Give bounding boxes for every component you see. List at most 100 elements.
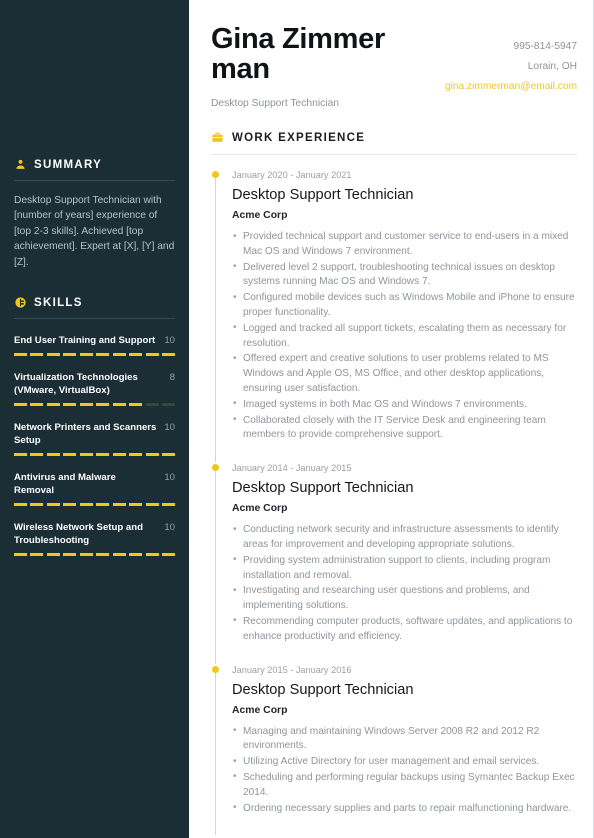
job-bullet: Utilizing Active Directory for user mana… [232, 755, 577, 770]
skill-dash [79, 353, 93, 357]
skill-dash [129, 453, 143, 457]
skill-dash [46, 353, 60, 357]
job-entry: January 2015 - January 2016 Desktop Suppo… [211, 664, 577, 836]
main-content: Gina Zimmerman Desktop Support Technicia… [189, 0, 593, 838]
work-divider [211, 154, 577, 155]
job-bullet: Delivered level 2 support, troubleshooti… [232, 260, 577, 291]
sidebar: SUMMARY Desktop Support Technician with … [0, 0, 189, 838]
skill-dash [96, 503, 110, 507]
skill-dash [129, 503, 143, 507]
skill-dash [96, 403, 110, 407]
skill-dash [96, 553, 110, 557]
work-experience-section: WORK EXPERIENCE January 2020 - January 2… [211, 131, 577, 836]
timeline-dot [212, 464, 219, 472]
skill-score: 10 [164, 522, 175, 534]
skill-badge-icon [14, 296, 27, 309]
job-company: Acme Corp [232, 210, 288, 221]
skill-dash [129, 403, 143, 407]
skill-dash [14, 553, 27, 557]
skills-list: End User Training and Support 10 Virtualiz… [14, 334, 176, 557]
person-icon [14, 158, 27, 171]
skill-rating-bar [14, 403, 176, 407]
skill-name: Network Printers and Scanners Setup [14, 422, 157, 447]
skill-item: Wireless Network Setup and Troubleshooti… [14, 521, 176, 557]
job-entry: January 2020 - January 2021 Desktop Suppo… [211, 169, 577, 463]
job-bullet: Conducting network security and infrastr… [232, 523, 577, 553]
skill-dash [145, 353, 159, 357]
contact-email[interactable]: gina.zimmerman@email.com [445, 77, 577, 97]
skills-section: SKILLS End User Training and Support 10 Vi… [14, 296, 176, 557]
skill-dash [79, 553, 93, 557]
skill-dash [46, 403, 60, 407]
skill-dash [129, 353, 143, 357]
skill-dash [112, 453, 126, 457]
skills-heading-row: SKILLS [14, 296, 175, 309]
skill-dash [162, 553, 176, 557]
skill-dash [112, 553, 126, 557]
skill-dash [63, 403, 77, 407]
skill-dash [96, 453, 110, 457]
contact-phone: 995-814-5947 [513, 41, 577, 52]
skill-dash [63, 453, 77, 457]
skill-dash [145, 503, 159, 507]
skill-score: 10 [164, 472, 175, 484]
summary-divider [14, 180, 175, 181]
job-bullet: Providing system administration support … [232, 553, 577, 584]
skills-divider [14, 318, 175, 320]
timeline-dot [212, 665, 219, 673]
skill-row: Antivirus and Malware Removal 10 [14, 471, 175, 497]
job-bullet: Recommending computer products, software… [232, 614, 577, 645]
skill-rating-bar [14, 353, 176, 357]
skill-item: Network Printers and Scanners Setup 10 [14, 421, 176, 457]
contact-location: Lorain, OH [527, 61, 577, 72]
timeline-line [215, 466, 217, 664]
skills-heading-label: SKILLS [34, 296, 83, 309]
skill-name: Virtualization Technologies (VMware, Vir… [14, 372, 138, 397]
skill-name: Wireless Network Setup and Troubleshooti… [14, 522, 143, 547]
job-bullet: Ordering necessary supplies and parts to… [232, 801, 577, 817]
resume-header: Gina Zimmerman Desktop Support Technicia… [211, 0, 577, 109]
skill-item: Antivirus and Malware Removal 10 [14, 471, 176, 507]
summary-section: SUMMARY Desktop Support Technician with … [14, 0, 175, 270]
skill-rating-bar [14, 553, 176, 557]
job-bullet: Configured mobile devices such as Window… [232, 291, 577, 321]
job-title: Desktop Support Technician [232, 187, 414, 203]
skill-rating-bar [14, 453, 176, 457]
job-dates: January 2015 - January 2016 [232, 664, 352, 675]
skill-dash [46, 553, 60, 557]
job-bullet: Provided technical support and customer … [232, 230, 577, 260]
skill-dash [46, 503, 60, 507]
job-bullet: Investigating and researching user quest… [232, 584, 577, 614]
skill-dash [63, 353, 77, 357]
skill-dash [145, 403, 159, 407]
job-title: Desktop Support Technician [232, 681, 414, 698]
skill-dash [30, 353, 44, 357]
job-entry: January 2014 - January 2015 Desktop Suppo… [211, 462, 577, 664]
skill-rating-bar [14, 503, 176, 507]
job-dates: January 2014 - January 2015 [232, 463, 352, 474]
skill-dash [30, 503, 44, 507]
skill-dash [162, 353, 176, 357]
job-bullet: Offered expert and creative solutions to… [232, 352, 577, 396]
job-bullet: Collaborated closely with the IT Service… [232, 413, 577, 444]
work-heading-row: WORK EXPERIENCE [211, 131, 577, 144]
resume-document: SUMMARY Desktop Support Technician with … [0, 0, 594, 838]
job-bullet-list: Provided technical support and customer … [232, 230, 577, 443]
skill-row: Wireless Network Setup and Troubleshooti… [14, 521, 175, 547]
job-dates: January 2020 - January 2021 [232, 170, 352, 180]
skill-item: Virtualization Technologies (VMware, Vir… [14, 371, 176, 407]
skill-dash [162, 403, 176, 407]
skill-row: Virtualization Technologies (VMware, Vir… [14, 371, 175, 397]
job-bullet-list: Managing and maintaining Windows Server … [232, 724, 577, 817]
work-heading-label: WORK EXPERIENCE [232, 131, 366, 144]
page-title: Gina Zimmerman [211, 23, 385, 85]
skill-score: 8 [169, 372, 175, 384]
summary-heading-label: SUMMARY [34, 158, 103, 171]
skill-dash [112, 353, 126, 357]
skill-dash [14, 353, 27, 357]
skill-dash [129, 553, 143, 557]
skill-dash [112, 503, 126, 507]
skill-dash [30, 553, 44, 557]
skill-dash [14, 453, 27, 457]
skill-dash [14, 403, 27, 407]
